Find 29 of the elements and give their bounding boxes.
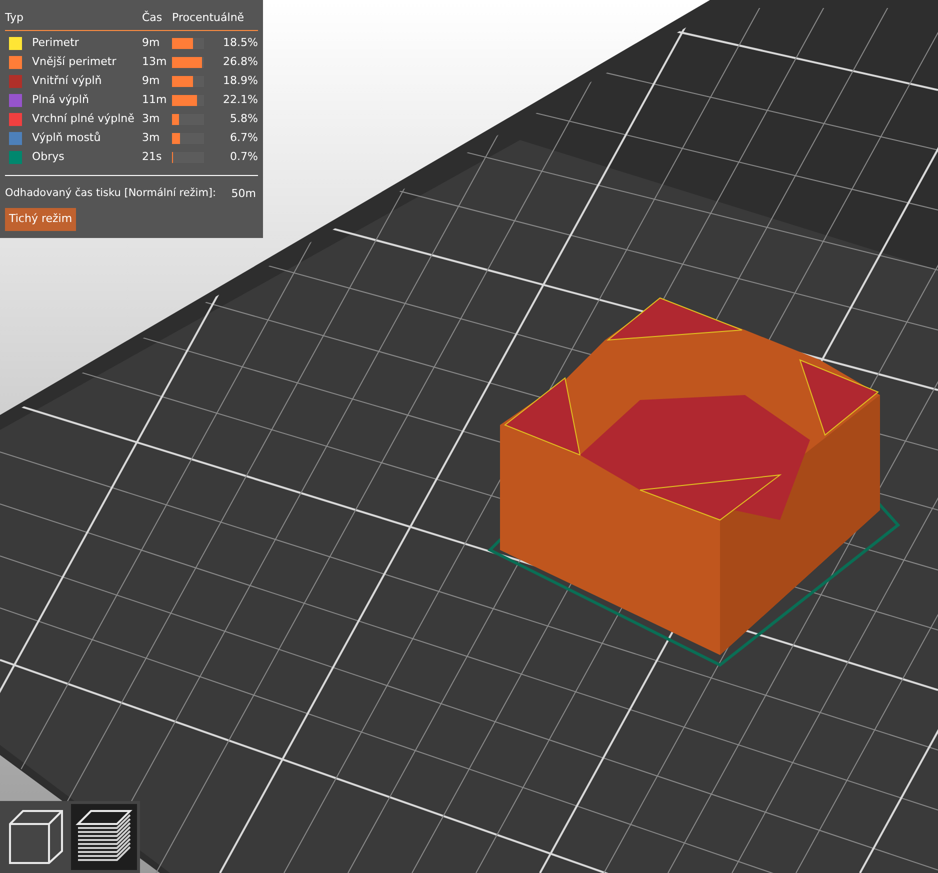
percent-value: 26.8% [222,54,258,70]
percent-value: 22.1% [222,92,258,108]
time-value: 3m [142,130,161,146]
time-value: 11m [142,92,168,108]
feature-name: Perimetr [32,34,80,51]
time-value: 3m [142,110,161,127]
percent-value: 18.5% [222,34,258,51]
estimate-label: Odhadovaný čas tisku [Normální režim]: [5,186,216,200]
time-value: 9m [142,72,161,89]
percent-value: 0.7% [229,148,258,165]
feature-name: Výplň mostů [32,130,102,146]
silent-mode-button[interactable]: Tichý režim [5,208,76,230]
feature-name: Vrchní plné výplně [32,110,136,127]
feature-name: Obrys [32,148,66,165]
preview-button[interactable] [71,804,137,870]
percent-value: 18.9% [222,72,258,89]
cube-icon [7,808,65,866]
feature-name: Vnější perimetr [32,54,118,70]
estimate-value: 50m [231,186,256,202]
time-value: 9m [142,34,161,51]
column-header: Procentuálně [172,10,244,26]
percent-value: 6.7% [229,130,258,146]
time-value: 21s [142,148,163,165]
column-header: Typ [5,10,24,26]
feature-name: Vnitřní výplň [32,72,103,89]
percent-value: 5.8% [229,110,258,127]
time-value: 13m [142,54,168,70]
column-header: Čas [142,10,164,26]
feature-name: Plná výplň [32,92,90,108]
